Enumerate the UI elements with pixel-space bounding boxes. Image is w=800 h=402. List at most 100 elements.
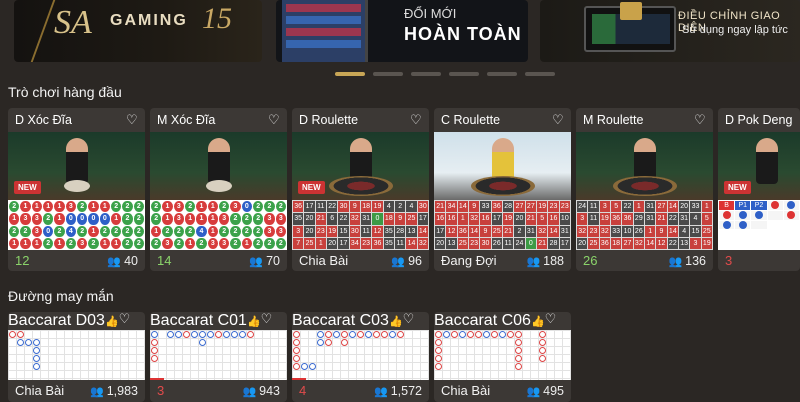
roulette-result: 4	[678, 225, 690, 237]
carousel-dot[interactable]	[487, 72, 517, 76]
bead: 2	[241, 225, 252, 237]
roulette-result: 17	[435, 225, 446, 237]
roulette-result: 20	[435, 237, 446, 249]
favorite-icon[interactable]	[694, 112, 706, 128]
roulette-result: 1	[457, 213, 468, 225]
game-card[interactable]: D Xóc Đĩa NEW 21111321122213321000012222…	[8, 108, 145, 271]
bead: 3	[275, 225, 286, 237]
bead: 2	[230, 237, 241, 249]
favorite-icon[interactable]	[545, 312, 557, 327]
carousel-dot[interactable]	[335, 72, 365, 76]
dealer-image	[207, 138, 230, 184]
bead: 2	[65, 237, 76, 249]
roulette-result: 15	[690, 225, 701, 237]
interface-banner[interactable]: ĐIỀU CHỈNH GIAO DIỆN Sử dụng ngay lập tứ…	[540, 0, 800, 62]
bead: 4	[65, 225, 76, 237]
baccarat-card[interactable]: Baccarat C03👍 4 👥1,572	[292, 312, 429, 402]
roulette-result: 18	[610, 237, 622, 249]
bead: 0	[241, 201, 252, 213]
bead: 1	[162, 213, 173, 225]
carousel-dot[interactable]	[525, 72, 555, 76]
bowl-image	[63, 180, 90, 192]
roulette-result: 12	[446, 225, 457, 237]
roulette-result: 30	[349, 225, 360, 237]
carousel-dot[interactable]	[411, 72, 441, 76]
road-marker	[191, 331, 198, 338]
round-number: 26	[583, 253, 598, 268]
bead: 2	[42, 237, 54, 249]
roulette-result: 16	[480, 213, 491, 225]
favorite-icon[interactable]	[552, 112, 564, 128]
roulette-result: 14	[644, 237, 656, 249]
bead: 1	[184, 213, 196, 225]
roulette-result: 19	[372, 201, 383, 213]
favorite-icon[interactable]	[410, 112, 422, 128]
favorite-icon[interactable]	[261, 312, 273, 327]
bead: 4	[196, 225, 207, 237]
bead: 3	[65, 201, 76, 213]
bead: 2	[218, 225, 230, 237]
bead: 1	[196, 201, 207, 213]
players-icon: 👥	[668, 255, 683, 268]
game-name: D Roulette	[299, 113, 359, 127]
bead: 2	[122, 237, 133, 249]
roulette-result: 13	[446, 237, 457, 249]
new-design-banner[interactable]: ĐỔI MỚI HOÀN TOÀN	[276, 0, 528, 62]
carousel-dot[interactable]	[373, 72, 403, 76]
road-marker	[215, 331, 222, 338]
game-card[interactable]: M Roulette 24113522131271420331311193636…	[576, 108, 713, 271]
road-marker	[151, 331, 158, 338]
bead-road: 2111132112221332100001222230242122221112…	[8, 200, 145, 250]
road-marker	[17, 331, 24, 338]
carousel-dot[interactable]	[449, 72, 479, 76]
table-status: Chia Bài	[299, 253, 349, 268]
roulette-result: 21	[536, 237, 548, 249]
roulette-result: 9	[480, 225, 491, 237]
ribbon-decoration	[14, 0, 56, 62]
road-marker	[301, 363, 308, 370]
bead: 1	[88, 225, 99, 237]
bead: 2	[133, 201, 144, 213]
player-count: 👥 136	[668, 253, 706, 268]
game-card[interactable]: M Xóc Đĩa 213211230222213111322233122241…	[150, 108, 287, 271]
game-thumbnail	[150, 132, 287, 200]
game-card[interactable]: C Roulette 21341493336282727192323161613…	[434, 108, 571, 271]
game-card[interactable]: D Pok Deng NEW B P1 P2 3	[718, 108, 800, 271]
bead: 1	[184, 237, 196, 249]
promo-banner-carousel[interactable]: SA GAMING 15 ĐỔI MỚI HOÀN TOÀN ĐIỀU CHỈN…	[0, 0, 800, 62]
road-marker	[341, 331, 348, 338]
bead: 1	[207, 225, 218, 237]
gaming-label: GAMING	[110, 12, 188, 29]
roulette-result: 17	[559, 237, 570, 249]
bead: 2	[54, 225, 65, 237]
game-card[interactable]: D Roulette NEW 3617112230918194243035202…	[292, 108, 429, 271]
big-road	[434, 330, 571, 380]
big-road	[292, 330, 429, 380]
favorite-icon[interactable]	[119, 312, 131, 327]
bead: 0	[76, 213, 88, 225]
road-marker	[151, 347, 158, 354]
roulette-result: 7	[293, 237, 304, 249]
baccarat-card[interactable]: Baccarat C01👍 3 👥943	[150, 312, 287, 402]
players-icon: 👥	[249, 255, 264, 268]
round-number: 4	[299, 383, 307, 398]
favorite-icon[interactable]	[126, 112, 138, 128]
roulette-result: 24	[577, 201, 588, 213]
baccarat-card[interactable]: Baccarat C06👍 Chia Bài 👥495	[434, 312, 571, 402]
bead: 2	[264, 237, 275, 249]
roulette-result: 36	[372, 237, 383, 249]
roulette-result: 11	[315, 201, 326, 213]
roulette-result: 19	[701, 237, 712, 249]
favorite-icon[interactable]	[268, 112, 280, 128]
roulette-result: 31	[525, 225, 536, 237]
roulette-result: 1	[644, 225, 656, 237]
bead: 2	[151, 201, 162, 213]
roulette-result: 1	[701, 201, 712, 213]
roulette-result: 16	[446, 213, 457, 225]
sa-gaming-banner[interactable]: SA GAMING 15	[14, 0, 262, 62]
baccarat-card[interactable]: Baccarat D03👍 Chia Bài 👥1,983	[8, 312, 145, 402]
roulette-result: 31	[559, 225, 570, 237]
roulette-result: 30	[480, 237, 491, 249]
favorite-icon[interactable]	[403, 312, 415, 327]
bead: 2	[196, 237, 207, 249]
